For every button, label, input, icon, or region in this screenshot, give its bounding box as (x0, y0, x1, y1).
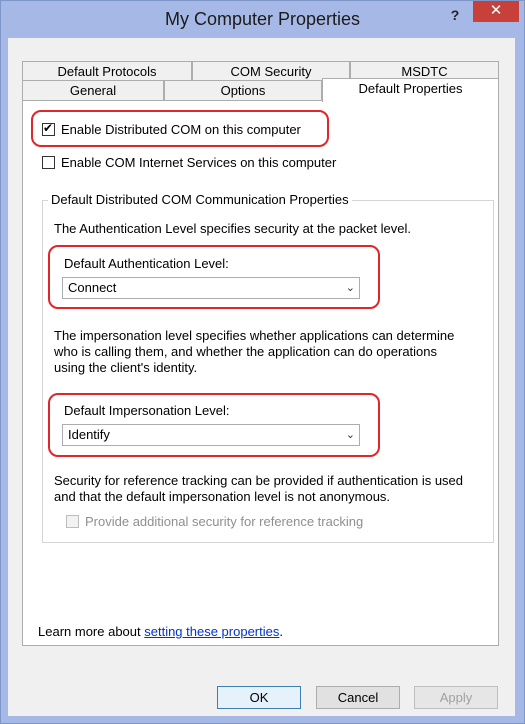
ref-tracking-option[interactable]: Provide additional security for referenc… (66, 514, 363, 529)
enable-cis-label: Enable COM Internet Services on this com… (61, 155, 337, 170)
ref-description-line-2: and that the default impersonation level… (54, 489, 391, 504)
imp-level-label: Default Impersonation Level: (64, 403, 230, 418)
chevron-down-icon: ⌄ (345, 282, 355, 294)
help-button[interactable]: ? (442, 5, 468, 27)
imp-level-select[interactable]: Identify ⌄ (62, 424, 360, 446)
apply-button[interactable]: Apply (414, 686, 498, 709)
tab-general[interactable]: General (22, 80, 164, 102)
auth-level-label: Default Authentication Level: (64, 256, 229, 271)
auth-level-select[interactable]: Connect ⌄ (62, 277, 360, 299)
auth-description: The Authentication Level specifies secur… (54, 221, 411, 236)
learn-more-text: Learn more about setting these propertie… (38, 624, 283, 640)
tab-default-protocols[interactable]: Default Protocols (22, 61, 192, 80)
close-button[interactable]: ✕ (473, 1, 519, 22)
learn-more-prefix: Learn more about (38, 624, 145, 639)
tab-default-properties[interactable]: Default Properties (322, 78, 499, 102)
ok-button[interactable]: OK (217, 686, 301, 709)
enable-dcom-label: Enable Distributed COM on this computer (61, 122, 301, 137)
learn-more-suffix: . (279, 624, 283, 639)
imp-level-value: Identify (68, 427, 110, 442)
ref-description-line-1: Security for reference tracking can be p… (54, 473, 464, 488)
enable-dcom-checkbox[interactable] (42, 121, 55, 136)
ref-tracking-label: Provide additional security for referenc… (85, 514, 364, 529)
chevron-down-icon: ⌄ (345, 429, 355, 441)
auth-level-value: Connect (68, 280, 117, 295)
ref-tracking-checkbox[interactable] (66, 515, 79, 528)
enable-cis-checkbox[interactable] (42, 156, 55, 169)
enable-dcom-option[interactable]: Enable Distributed COM on this computer (42, 121, 301, 137)
enable-cis-option[interactable]: Enable COM Internet Services on this com… (42, 155, 336, 170)
learn-more-link[interactable]: setting these properties (144, 624, 279, 639)
cancel-button[interactable]: Cancel (316, 686, 400, 709)
tab-options[interactable]: Options (164, 80, 322, 102)
title-bar[interactable]: My Computer Properties ? ✕ (1, 1, 524, 39)
imp-description-line-2: who is calling them, and whether the app… (54, 344, 438, 359)
group-title: Default Distributed COM Communication Pr… (48, 192, 352, 207)
imp-description-line-1: The impersonation level specifies whethe… (54, 328, 455, 343)
close-icon: ✕ (489, 2, 503, 19)
imp-description-line-3: using the client's identity. (54, 360, 198, 375)
